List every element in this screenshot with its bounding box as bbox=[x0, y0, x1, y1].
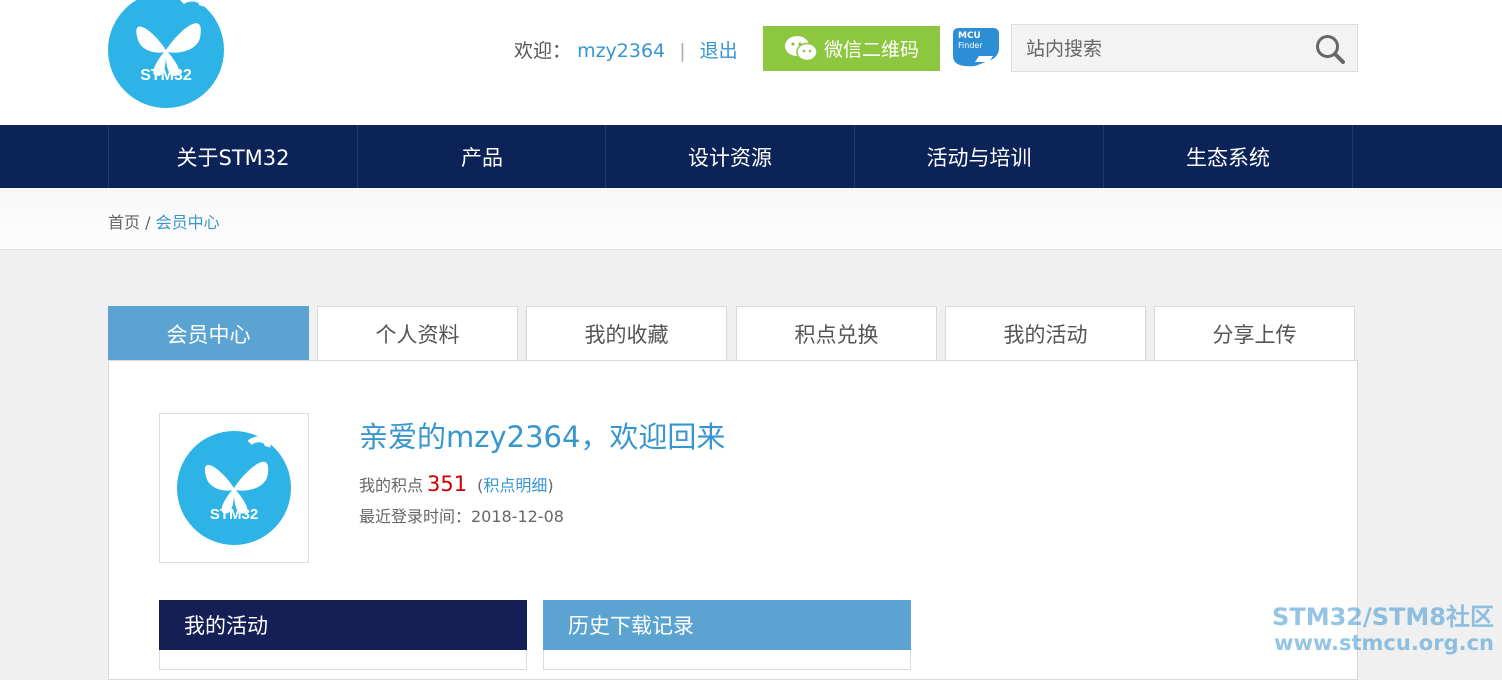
my-activities-header: 我的活动 bbox=[159, 600, 527, 650]
nav-item-events[interactable]: 活动与培训 bbox=[854, 125, 1103, 188]
search-icon[interactable] bbox=[1315, 34, 1345, 64]
download-history-header: 历史下载记录 bbox=[543, 600, 911, 650]
mcu-finder-line1: MCU bbox=[958, 31, 981, 41]
mcu-finder-line2: Finder bbox=[958, 41, 983, 50]
points-line: 我的积点 351 (积点明细) bbox=[359, 472, 554, 496]
points-value: 351 bbox=[427, 472, 468, 496]
breadcrumb-bar: 首页 / 会员中心 bbox=[0, 188, 1502, 250]
wechat-icon bbox=[784, 35, 818, 61]
site-header: STM32 欢迎： mzy2364 | 退出 微信二维码 MCU Finder bbox=[0, 0, 1502, 125]
nav-divider bbox=[1352, 125, 1353, 188]
welcome-label: 欢迎： bbox=[514, 40, 572, 62]
breadcrumb-separator: / bbox=[145, 213, 151, 232]
search-input[interactable] bbox=[1024, 33, 1308, 65]
points-label: 我的积点 bbox=[359, 476, 424, 495]
my-activities-body bbox=[159, 650, 527, 670]
mcu-finder-icon: MCU Finder bbox=[953, 28, 999, 67]
welcome-area: 欢迎： mzy2364 | 退出 bbox=[514, 36, 738, 63]
wechat-qr-button[interactable]: 微信二维码 bbox=[763, 26, 940, 71]
download-history-body bbox=[543, 650, 911, 670]
nav-item-design-resources[interactable]: 设计资源 bbox=[605, 125, 854, 188]
points-paren-close: ) bbox=[547, 476, 554, 495]
nav-item-products[interactable]: 产品 bbox=[357, 125, 606, 188]
avatar: STM32 bbox=[159, 413, 309, 563]
tab-favorites[interactable]: 我的收藏 bbox=[526, 306, 727, 361]
tab-member-center[interactable]: 会员中心 bbox=[108, 306, 309, 361]
logo-text: STM32 bbox=[140, 67, 192, 84]
tab-points-exchange[interactable]: 积点兑换 bbox=[736, 306, 937, 361]
stm32-logo[interactable]: STM32 bbox=[108, 0, 224, 108]
watermark-line1: STM32/STM8社区 bbox=[1272, 603, 1494, 631]
mcu-finder-link[interactable]: MCU Finder bbox=[953, 26, 999, 68]
last-login: 最近登录时间：2018-12-08 bbox=[359, 507, 564, 526]
points-detail-link[interactable]: 积点明细 bbox=[483, 476, 547, 495]
logout-link[interactable]: 退出 bbox=[700, 40, 738, 62]
nav-item-about[interactable]: 关于STM32 bbox=[108, 125, 357, 188]
tab-profile[interactable]: 个人资料 bbox=[317, 306, 518, 361]
tab-my-activities[interactable]: 我的活动 bbox=[945, 306, 1146, 361]
avatar-text: STM32 bbox=[209, 506, 259, 523]
search-box bbox=[1011, 24, 1358, 72]
breadcrumb: 首页 / 会员中心 bbox=[108, 209, 220, 233]
main-nav: 关于STM32 产品 设计资源 活动与培训 生态系统 bbox=[0, 125, 1502, 188]
separator: | bbox=[679, 40, 686, 62]
wechat-label: 微信二维码 bbox=[823, 39, 919, 61]
breadcrumb-current[interactable]: 会员中心 bbox=[156, 213, 220, 232]
breadcrumb-home[interactable]: 首页 bbox=[108, 213, 140, 232]
tab-share-upload[interactable]: 分享上传 bbox=[1154, 306, 1355, 361]
butterfly-icon bbox=[136, 0, 206, 76]
butterfly-icon bbox=[204, 436, 271, 514]
avatar-image: STM32 bbox=[177, 431, 291, 545]
watermark-line2: www.stmcu.org.cn bbox=[1274, 631, 1494, 655]
nav-item-ecosystem[interactable]: 生态系统 bbox=[1103, 125, 1352, 188]
username-link[interactable]: mzy2364 bbox=[577, 40, 665, 62]
greeting-title: 亲爱的mzy2364，欢迎回来 bbox=[359, 420, 726, 454]
site-watermark: STM32/STM8社区 www.stmcu.org.cn bbox=[1272, 604, 1494, 656]
